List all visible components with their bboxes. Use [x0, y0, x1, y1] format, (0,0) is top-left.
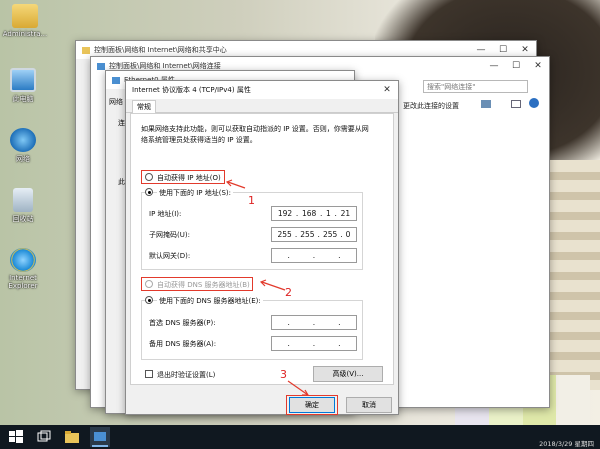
- tab-general[interactable]: 常规: [132, 100, 156, 114]
- manual-dns-radio[interactable]: [145, 296, 153, 304]
- alternate-dns-label: 备用 DNS 服务器(A):: [149, 340, 217, 348]
- network-connections-icon: [92, 432, 108, 447]
- help-icon[interactable]: [529, 98, 539, 108]
- subnet-mask-label: 子网掩码(U):: [149, 231, 190, 239]
- manual-ip-radio[interactable]: [145, 188, 153, 196]
- file-explorer-icon[interactable]: [64, 429, 80, 445]
- control-panel-taskbar-button[interactable]: [90, 427, 110, 447]
- connect-using-label: 连: [118, 119, 125, 127]
- taskbar: 2018/3/29 星期四: [0, 425, 600, 449]
- auto-ip-radio[interactable]: [145, 173, 153, 181]
- task-view-icon[interactable]: [36, 429, 52, 445]
- validate-on-exit-checkbox[interactable]: [145, 370, 153, 378]
- network-icon: [10, 128, 36, 152]
- start-windows-icon[interactable]: [8, 429, 24, 445]
- desktop-icon-label: 此电脑: [12, 95, 34, 103]
- subnet-octet: 255: [322, 230, 338, 239]
- ip-address-field[interactable]: 192. 168. 1. 21: [271, 206, 357, 221]
- view-options-icon[interactable]: [481, 100, 491, 108]
- ip-octet: 192: [277, 209, 293, 218]
- desktop-icon-internet-explorer[interactable]: Internet Explorer: [0, 248, 48, 290]
- auto-ip-label: 自动获得 IP 地址(O): [157, 174, 221, 182]
- default-gateway-field[interactable]: ...: [271, 248, 357, 263]
- subnet-mask-field[interactable]: 255. 255. 255. 0: [271, 227, 357, 242]
- clock-date[interactable]: 2018/3/29 星期四: [539, 438, 594, 448]
- window-path: 控制面板\网络和 Internet\网络和共享中心: [94, 46, 227, 54]
- desktop-icon-label: 回收站: [12, 215, 34, 223]
- close-button[interactable]: ✕: [376, 81, 398, 99]
- subnet-octet: 255: [277, 230, 292, 239]
- network-adapter-icon: [112, 76, 120, 84]
- change-connection-settings-command[interactable]: 更改此连接的设置: [403, 101, 459, 111]
- subnet-octet: 0: [345, 230, 351, 239]
- preferred-dns-field[interactable]: ...: [271, 315, 357, 330]
- desktop-icon-recycle-bin[interactable]: 回收站: [0, 188, 48, 224]
- maximize-button[interactable]: ☐: [505, 57, 527, 75]
- search-input[interactable]: 搜索"网络连接": [423, 80, 528, 93]
- manual-dns-group: [141, 300, 363, 360]
- advanced-button[interactable]: 高级(V)...: [313, 366, 383, 382]
- folder-icon: [82, 46, 90, 54]
- ip-octet: 21: [340, 209, 351, 218]
- manual-ip-label: 使用下面的 IP 地址(S):: [157, 188, 233, 198]
- annotation-step-3: 3: [280, 368, 287, 381]
- this-pc-icon: [10, 68, 36, 92]
- auto-dns-label: 自动获得 DNS 服务器地址(B): [157, 281, 250, 289]
- desktop-icon-label: Administra...: [2, 30, 48, 38]
- desktop-icon-this-pc[interactable]: 此电脑: [0, 68, 48, 104]
- annotation-step-1: 1: [248, 194, 255, 207]
- preview-pane-icon[interactable]: [511, 100, 521, 108]
- description-text: 如果网络支持此功能，则可以获取自动指派的 IP 设置。否则，你需要从网络系统管理…: [141, 125, 369, 144]
- tab-panel: 如果网络支持此功能，则可以获取自动指派的 IP 设置。否则，你需要从网络系统管理…: [130, 113, 394, 385]
- dialog-title: Internet 协议版本 4 (TCP/IPv4) 属性: [132, 86, 251, 94]
- preferred-dns-label: 首选 DNS 服务器(P):: [149, 319, 216, 327]
- validate-on-exit-label: 退出时验证设置(L): [157, 371, 216, 379]
- tab-networking[interactable]: 网络: [109, 97, 123, 107]
- ip-octet: 168: [301, 209, 317, 218]
- minimize-button[interactable]: —: [483, 57, 505, 75]
- internet-explorer-icon: [10, 248, 36, 272]
- desktop-icon-administrator[interactable]: Administra...: [0, 4, 50, 38]
- cancel-button[interactable]: 取消: [346, 397, 392, 413]
- tabstrip: 常规: [126, 99, 398, 114]
- close-button[interactable]: ✕: [527, 57, 549, 75]
- recycle-bin-icon: [13, 188, 33, 212]
- desktop-icon-label: Internet Explorer: [8, 274, 38, 290]
- annotation-step-2: 2: [285, 286, 292, 299]
- user-folder-icon: [12, 4, 38, 28]
- titlebar[interactable]: Internet 协议版本 4 (TCP/IPv4) 属性 ✕: [126, 81, 398, 99]
- dialog-ipv4-properties[interactable]: Internet 协议版本 4 (TCP/IPv4) 属性 ✕ 常规 如果网络支…: [125, 80, 399, 415]
- ok-button[interactable]: 确定: [289, 397, 335, 413]
- network-folder-icon: [97, 62, 105, 70]
- ip-address-label: IP 地址(I):: [149, 210, 182, 218]
- default-gateway-label: 默认网关(D):: [149, 252, 191, 260]
- auto-dns-radio[interactable]: [145, 280, 153, 288]
- wallpaper-photo-shirt: [545, 160, 600, 390]
- alternate-dns-field[interactable]: ...: [271, 336, 357, 351]
- ip-octet: 1: [326, 209, 331, 218]
- manual-dns-label: 使用下面的 DNS 服务器地址(E):: [157, 296, 263, 306]
- subnet-octet: 255: [300, 230, 315, 239]
- items-label: 此: [118, 178, 125, 186]
- desktop-icon-label: 网络: [16, 155, 30, 163]
- desktop-icon-network[interactable]: 网络: [0, 128, 48, 164]
